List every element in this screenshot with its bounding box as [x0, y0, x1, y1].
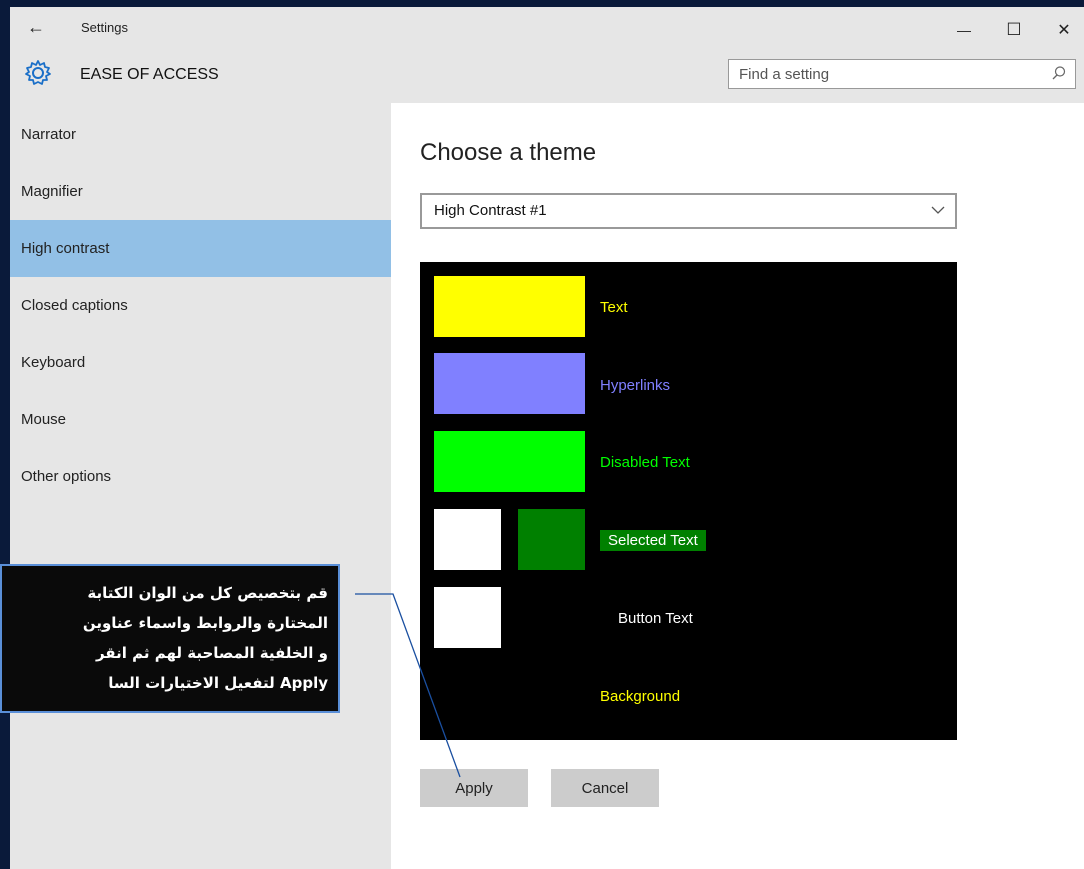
hyperlinks-color-swatch[interactable] [434, 353, 585, 414]
sidebar-item-label: Mouse [21, 411, 67, 428]
callout-line-2: المختارة والروابط واسماء عناوين [82, 614, 328, 632]
search-placeholder: Find a setting [739, 66, 830, 83]
callout-line-1: قم بتخصيص كل من الوان الكتابة [87, 584, 328, 602]
title-bar: ← Settings — ☐ ✕ [10, 7, 1084, 53]
selected-background-color-swatch[interactable] [518, 509, 585, 570]
chevron-down-icon [931, 206, 945, 214]
sidebar-item-narrator[interactable]: Narrator [10, 106, 391, 163]
background-label: Background [600, 688, 681, 705]
theme-select-value: High Contrast #1 [434, 202, 547, 219]
back-arrow-icon[interactable]: ← [27, 17, 45, 38]
window-frame-left [0, 0, 10, 869]
section-title: EASE OF ACCESS [80, 66, 219, 83]
button-text-color-swatch[interactable] [434, 587, 501, 648]
sidebar-item-label: Keyboard [21, 354, 86, 371]
disabled-text-color-swatch[interactable] [434, 431, 585, 492]
minimize-icon: — [957, 22, 971, 38]
sidebar-item-label: Magnifier [21, 183, 83, 200]
disabled-text-label: Disabled Text [600, 454, 690, 471]
text-label: Text [600, 299, 628, 316]
search-icon [1052, 66, 1066, 80]
cancel-button[interactable]: Cancel [551, 769, 659, 807]
sidebar-item-label: Other options [21, 468, 112, 485]
sidebar-item-label: Closed captions [21, 297, 128, 314]
close-icon: ✕ [1057, 22, 1071, 39]
sidebar-item-other-options[interactable]: Other options [10, 448, 391, 505]
theme-select[interactable]: High Contrast #1 [420, 193, 957, 229]
button-text-label: Button Text [618, 610, 693, 627]
hyperlinks-label: Hyperlinks [600, 377, 671, 394]
sidebar-item-mouse[interactable]: Mouse [10, 391, 391, 448]
annotation-callout: قم بتخصيص كل من الوان الكتابة المختارة و… [0, 564, 340, 713]
settings-header: EASE OF ACCESS Find a setting [10, 53, 1084, 103]
cancel-label: Cancel [581, 780, 629, 797]
sidebar-item-high-contrast[interactable]: High contrast [10, 220, 391, 277]
sidebar-item-label: High contrast [21, 240, 110, 257]
sidebar-nav: Narrator Magnifier High contrast Closed … [10, 103, 391, 869]
page-title: Choose a theme [420, 139, 597, 166]
sidebar-item-label: Narrator [21, 126, 77, 143]
minimize-button[interactable]: — [944, 15, 984, 43]
window-frame-top [0, 0, 1084, 7]
sidebar-item-closed-captions[interactable]: Closed captions [10, 277, 391, 334]
theme-preview: Text Hyperlinks Disabled Text Selected T… [420, 262, 957, 740]
window-title: Settings [81, 20, 128, 35]
selected-text-color-swatch[interactable] [434, 509, 501, 570]
callout-line-4: Apply لتفعيل الاختيارات السا [108, 674, 328, 692]
close-button[interactable]: ✕ [1044, 15, 1084, 43]
maximize-icon: ☐ [1006, 20, 1022, 39]
apply-label: Apply [455, 780, 493, 797]
main-content: Choose a theme High Contrast #1 Text Hyp… [391, 103, 1084, 869]
gear-icon [25, 60, 51, 85]
search-input[interactable]: Find a setting [728, 59, 1076, 89]
apply-button[interactable]: Apply [420, 769, 528, 807]
sidebar-item-keyboard[interactable]: Keyboard [10, 334, 391, 391]
maximize-button[interactable]: ☐ [994, 15, 1034, 43]
selected-text-label: Selected Text [600, 530, 706, 551]
callout-line-3: و الخلفية المصاحبة لهم ثم انقر [95, 644, 328, 662]
text-color-swatch[interactable] [434, 276, 585, 337]
sidebar-item-magnifier[interactable]: Magnifier [10, 163, 391, 220]
